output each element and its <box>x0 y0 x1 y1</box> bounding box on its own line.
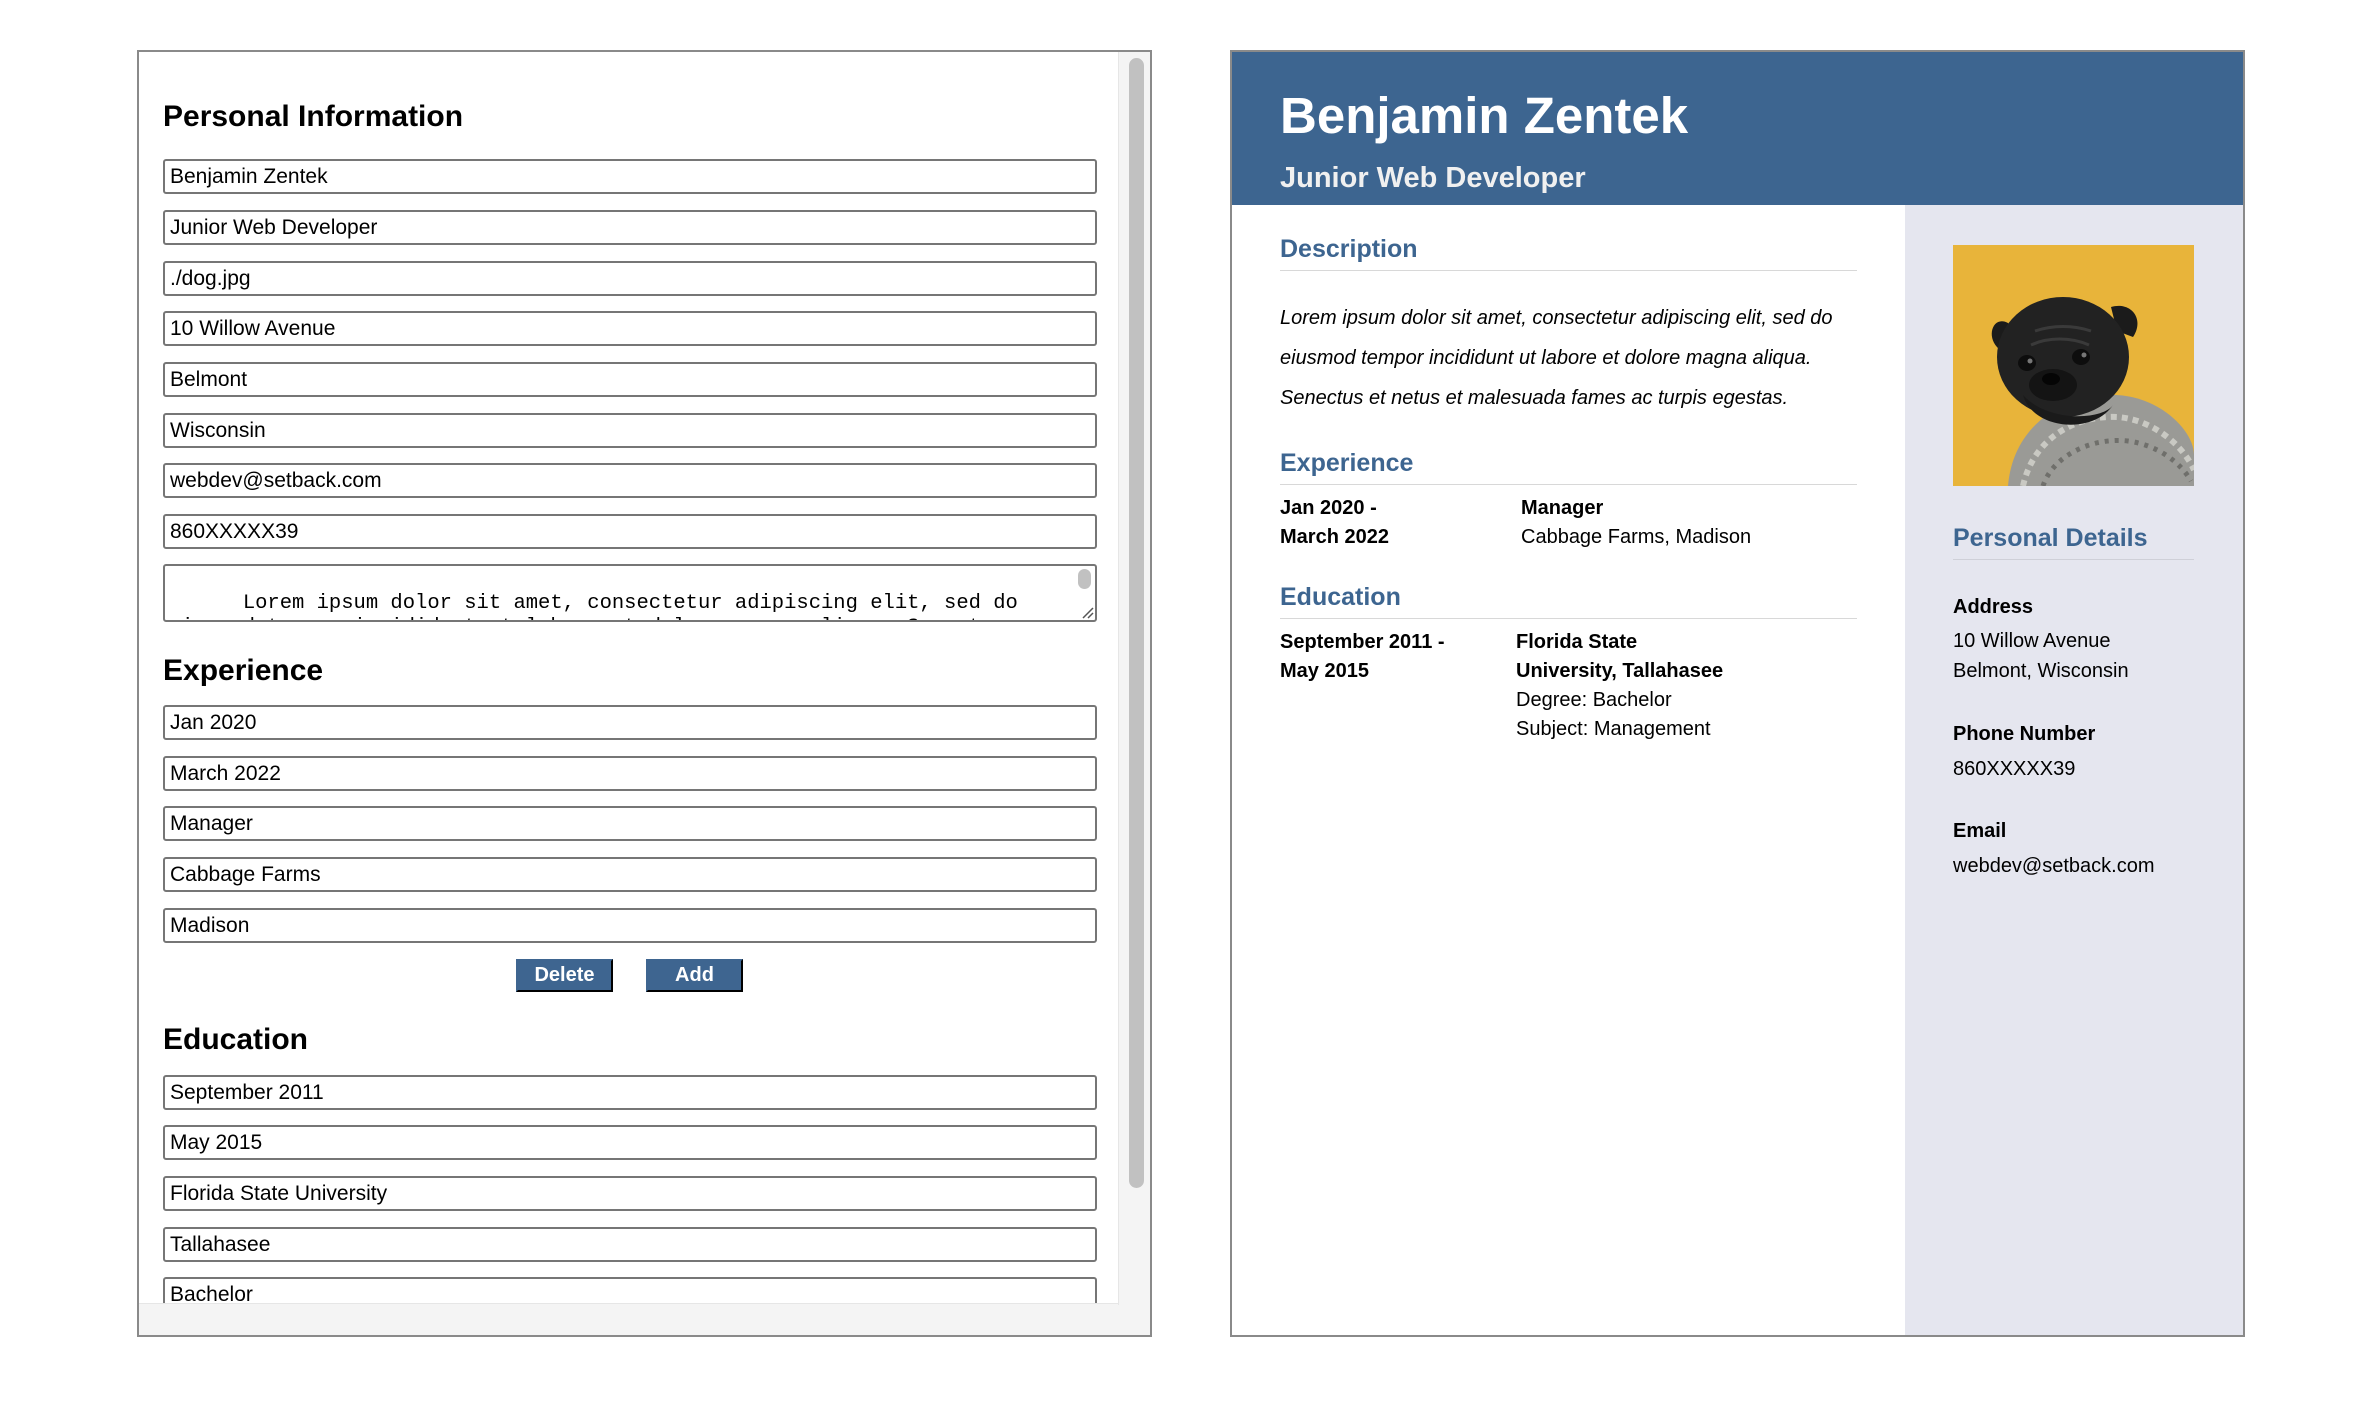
edu-city-input[interactable] <box>163 1227 1097 1262</box>
email-value: webdev@setback.com <box>1953 855 2155 877</box>
phone-input[interactable] <box>163 514 1097 549</box>
description-heading: Description <box>1280 235 1857 271</box>
editor-scroll-area[interactable]: Personal Information Lorem ipsum dolor s… <box>139 52 1150 1335</box>
delete-button[interactable]: Delete <box>516 959 613 992</box>
edu-school-line1: Florida State <box>1516 631 1638 653</box>
exp-position: Manager <box>1521 497 1604 519</box>
exp-date-to: March 2022 <box>1280 526 1389 548</box>
edu-date-from: September 2011 - <box>1280 631 1445 653</box>
email-label: Email <box>1953 820 2007 842</box>
vertical-scrollbar[interactable] <box>1118 52 1150 1305</box>
edu-date-to: May 2015 <box>1280 660 1369 682</box>
experience-heading: Experience <box>163 654 324 687</box>
vertical-scrollbar-thumb[interactable] <box>1129 58 1144 1188</box>
education-heading: Education <box>163 1023 309 1056</box>
phone-value: 860XXXXX39 <box>1953 758 2076 780</box>
education-section-heading: Education <box>1280 583 1857 619</box>
name-input[interactable] <box>163 159 1097 194</box>
cv-preview: Benjamin Zentek Junior Web Developer Des… <box>1230 50 2245 1337</box>
edu-school-input[interactable] <box>163 1176 1097 1211</box>
exp-city-input[interactable] <box>163 908 1097 943</box>
edu-degree: Degree: Bachelor <box>1516 689 1672 711</box>
personal-info-heading: Personal Information <box>163 100 464 133</box>
description-text: Lorem ipsum dolor sit amet, consectetur … <box>1280 307 1833 409</box>
cv-header: Benjamin Zentek Junior Web Developer <box>1232 52 2243 205</box>
phone-label: Phone Number <box>1953 723 2096 745</box>
address-input[interactable] <box>163 311 1097 346</box>
editor-panel: Personal Information Lorem ipsum dolor s… <box>137 50 1152 1337</box>
exp-company-city: Cabbage Farms, Madison <box>1521 526 1752 548</box>
horizontal-scrollbar[interactable] <box>139 1303 1150 1335</box>
edu-from-input[interactable] <box>163 1075 1097 1110</box>
exp-date-from: Jan 2020 - <box>1280 497 1377 519</box>
pug-photo-icon <box>1953 245 2194 486</box>
profile-photo <box>1953 245 2194 486</box>
cv-name: Benjamin Zentek <box>1280 87 1689 144</box>
exp-from-input[interactable] <box>163 705 1097 740</box>
state-input[interactable] <box>163 413 1097 448</box>
description-textarea-text: Lorem ipsum dolor sit amet, consectetur … <box>169 592 1018 620</box>
title-input[interactable] <box>163 210 1097 245</box>
personal-details-heading: Personal Details <box>1953 524 2194 560</box>
cv-sidebar: Personal Details Address 10 Willow Avenu… <box>1905 205 2243 1335</box>
edu-to-input[interactable] <box>163 1125 1097 1160</box>
email-input[interactable] <box>163 463 1097 498</box>
resize-grip-icon[interactable] <box>1080 605 1094 619</box>
address-line2: Belmont, Wisconsin <box>1953 660 2129 682</box>
exp-to-input[interactable] <box>163 756 1097 791</box>
city-input[interactable] <box>163 362 1097 397</box>
add-button[interactable]: Add <box>646 959 743 992</box>
edu-subject: Subject: Management <box>1516 718 1711 740</box>
cv-title: Junior Web Developer <box>1280 162 1586 194</box>
edu-school-line2: University, Tallahasee <box>1516 660 1724 682</box>
address-label: Address <box>1953 596 2034 618</box>
exp-company-input[interactable] <box>163 857 1097 892</box>
description-textarea[interactable]: Lorem ipsum dolor sit amet, consectetur … <box>163 564 1097 622</box>
exp-position-input[interactable] <box>163 806 1097 841</box>
experience-section-heading: Experience <box>1280 449 1857 485</box>
address-line1: 10 Willow Avenue <box>1953 630 2111 652</box>
photo-path-input[interactable] <box>163 261 1097 296</box>
